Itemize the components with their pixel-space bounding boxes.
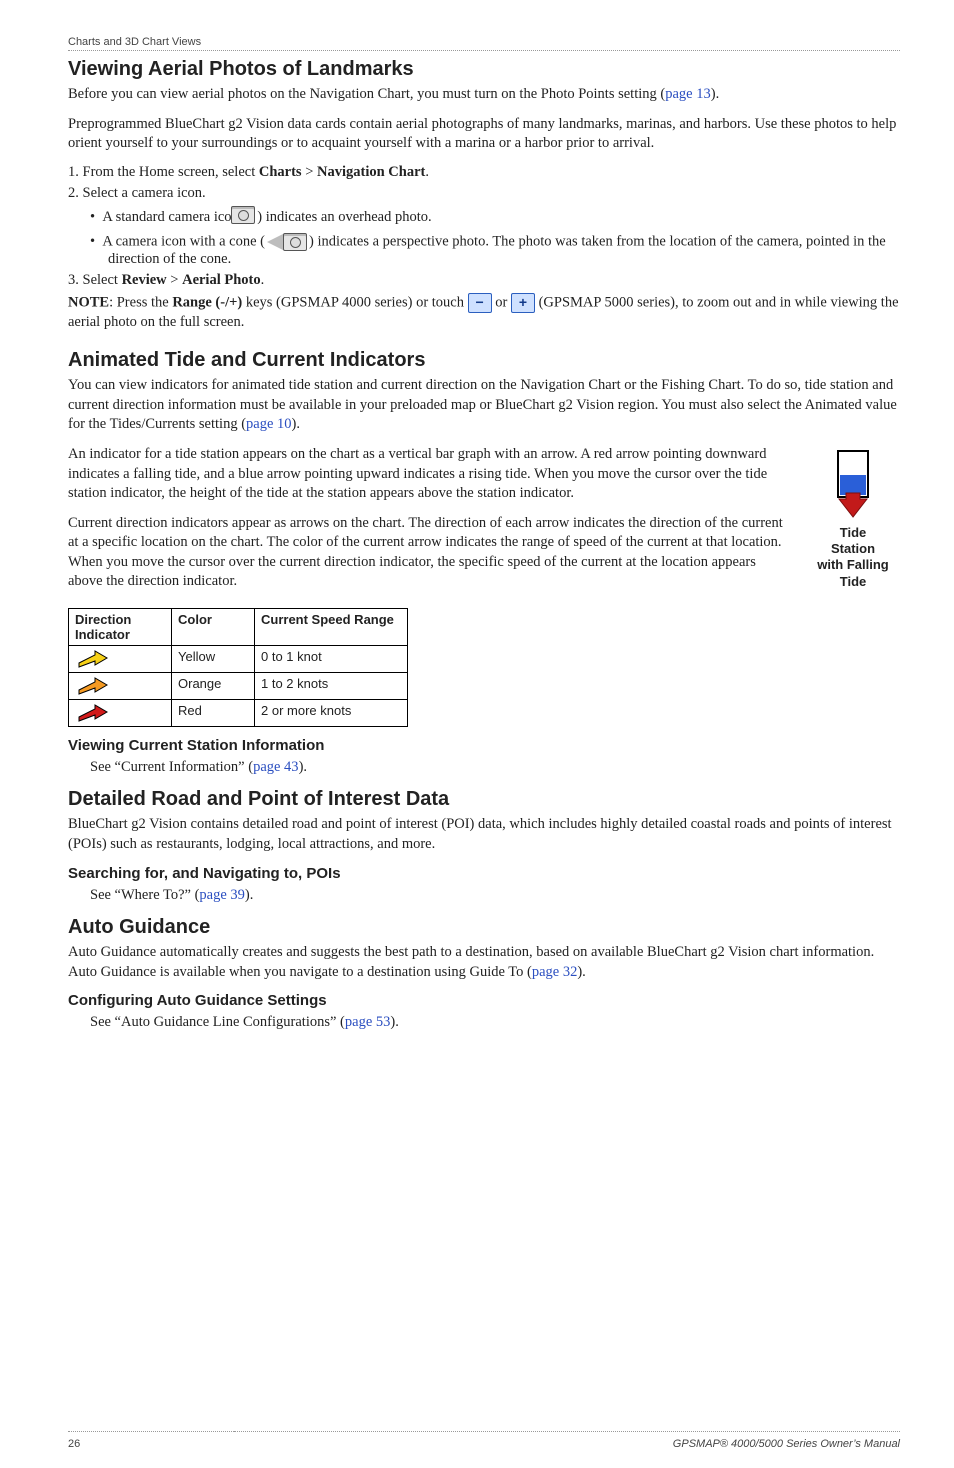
note-label: NOTE — [68, 294, 109, 310]
plus-button-icon: + — [511, 293, 535, 313]
note-text: NOTE: Press the Range (-/+) keys (GPSMAP… — [68, 293, 900, 333]
cell-range: 1 to 2 knots — [255, 672, 408, 699]
camera-cone-icon — [267, 233, 307, 251]
road-paragraph: BlueChart g2 Vision contains detailed ro… — [68, 815, 900, 854]
caption: Tide — [840, 574, 867, 589]
arrow-yellow-icon — [75, 649, 109, 669]
cell-range: 2 or more knots — [255, 699, 408, 726]
step-2: 2. Select a camera icon. — [68, 185, 900, 202]
camera-standard-icon — [249, 206, 255, 229]
text: ) indicates an overhead photo. — [257, 209, 431, 225]
text: ). — [577, 964, 585, 980]
step-3: 3. Select Review > Aerial Photo. — [68, 272, 900, 289]
running-header: Charts and 3D Chart Views — [68, 36, 900, 48]
arrow-red-icon — [75, 703, 109, 723]
text: 1. From the Home screen, select — [68, 164, 259, 180]
link-page-13[interactable]: page 13 — [665, 86, 711, 102]
direction-indicator-table: Direction Indicator Color Current Speed … — [68, 608, 408, 727]
link-page-10[interactable]: page 10 — [246, 416, 292, 432]
text: keys (GPSMAP 4000 series) or touch — [242, 294, 467, 310]
link-page-43[interactable]: page 43 — [253, 759, 299, 775]
text: A standard camera icon ( — [102, 209, 247, 225]
heading-viewing-current-station: Viewing Current Station Information — [68, 737, 900, 754]
divider — [234, 1431, 900, 1432]
animated-paragraph-2: An indicator for a tide station appears … — [68, 445, 900, 504]
caption: Station — [831, 541, 875, 556]
tide-station-icon — [832, 449, 874, 519]
th-color: Color — [172, 608, 255, 645]
text: > — [167, 272, 182, 288]
text: Before you can view aerial photos on the… — [68, 86, 665, 102]
text: : Press the — [109, 294, 172, 310]
page-footer: 26 GPSMAP® 4000/5000 Series Owner’s Manu… — [0, 1431, 954, 1450]
viewing-current-station-text: See “Current Information” (page 43). — [90, 758, 900, 778]
bullet-standard-camera: • A standard camera icon () indicates an… — [90, 206, 900, 229]
animated-paragraph-3: Current direction indicators appear as a… — [68, 514, 900, 592]
divider — [68, 1431, 234, 1432]
text: ). — [245, 887, 253, 903]
tide-station-figure: Tide Station with Falling Tide — [806, 449, 900, 590]
arrow-orange-icon — [75, 676, 109, 696]
text: or — [492, 294, 511, 310]
step-1: 1. From the Home screen, select Charts >… — [68, 164, 900, 181]
label-charts: Charts — [259, 164, 302, 180]
text: See “Auto Guidance Line Configurations” … — [90, 1014, 345, 1030]
table-row: Red 2 or more knots — [69, 699, 408, 726]
cell-range: 0 to 1 knot — [255, 645, 408, 672]
auto-guidance-text: Auto Guidance automatically creates and … — [68, 943, 900, 982]
heading-searching-poi: Searching for, and Navigating to, POIs — [68, 865, 900, 882]
text: ). — [292, 416, 300, 432]
text: . — [425, 164, 429, 180]
link-page-39[interactable]: page 39 — [199, 887, 245, 903]
aerial-paragraph-1: Before you can view aerial photos on the… — [68, 85, 900, 105]
text: > — [302, 164, 317, 180]
text: ). — [711, 86, 719, 102]
cell-color: Yellow — [172, 645, 255, 672]
heading-aerial-photos: Viewing Aerial Photos of Landmarks — [68, 57, 900, 81]
text: ). — [390, 1014, 398, 1030]
cell-color: Red — [172, 699, 255, 726]
bullet-cone-camera: • A camera icon with a cone () indicates… — [90, 233, 900, 268]
heading-configuring-auto-guidance: Configuring Auto Guidance Settings — [68, 992, 900, 1009]
searching-poi-text: See “Where To?” (page 39). — [90, 886, 900, 906]
label-navigation-chart: Navigation Chart — [317, 164, 425, 180]
cell-color: Orange — [172, 672, 255, 699]
aerial-paragraph-2: Preprogrammed BlueChart g2 Vision data c… — [68, 115, 900, 154]
text: Auto Guidance automatically creates and … — [68, 944, 874, 980]
minus-button-icon: − — [468, 293, 492, 313]
manual-title: GPSMAP® 4000/5000 Series Owner’s Manual — [673, 1438, 900, 1450]
page-number: 26 — [68, 1438, 80, 1450]
heading-detailed-road-poi: Detailed Road and Point of Interest Data — [68, 787, 900, 811]
th-range: Current Speed Range — [255, 608, 408, 645]
text: A camera icon with a cone ( — [102, 233, 265, 249]
label-range-keys: Range (-/+) — [172, 294, 242, 310]
text: 3. Select — [68, 272, 122, 288]
text: See “Where To?” ( — [90, 887, 199, 903]
table-row: Yellow 0 to 1 knot — [69, 645, 408, 672]
caption: with Falling — [817, 557, 889, 572]
heading-auto-guidance: Auto Guidance — [68, 915, 900, 939]
configuring-auto-guidance-text: See “Auto Guidance Line Configurations” … — [90, 1013, 900, 1033]
caption: Tide — [840, 525, 867, 540]
text: . — [261, 272, 265, 288]
th-direction: Direction Indicator — [69, 608, 172, 645]
label-aerial-photo: Aerial Photo — [182, 272, 261, 288]
label-review: Review — [122, 272, 167, 288]
table-row: Orange 1 to 2 knots — [69, 672, 408, 699]
divider — [68, 50, 900, 51]
text: See “Current Information” ( — [90, 759, 253, 775]
animated-paragraph-1: You can view indicators for animated tid… — [68, 376, 900, 435]
text: ). — [299, 759, 307, 775]
link-page-32[interactable]: page 32 — [532, 964, 578, 980]
text: You can view indicators for animated tid… — [68, 377, 897, 432]
heading-animated-tide: Animated Tide and Current Indicators — [68, 348, 900, 372]
link-page-53[interactable]: page 53 — [345, 1014, 391, 1030]
